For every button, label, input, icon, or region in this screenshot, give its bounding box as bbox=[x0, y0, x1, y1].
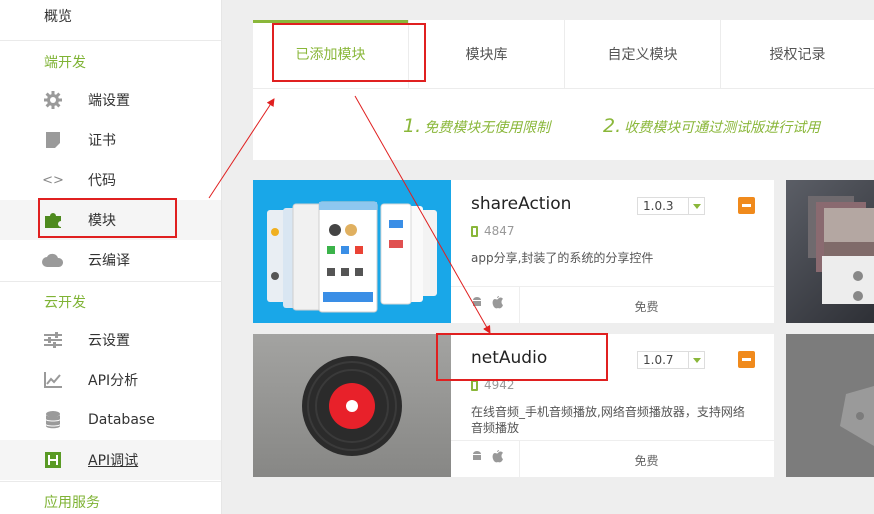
sidebar-item-device-settings[interactable]: 端设置 bbox=[0, 80, 221, 120]
section-device-dev: 端开发 bbox=[44, 55, 86, 71]
tip-paid-modules: 2. 收费模块可通过测试版进行试用 bbox=[603, 115, 821, 137]
sidebar-item-cloud-settings[interactable]: 云设置 bbox=[0, 320, 221, 360]
remove-module-button[interactable] bbox=[738, 351, 755, 368]
sidebar: 概览 端开发 端设置 证书 <> 代码 模块 云编译 云开发 云设置 API分析… bbox=[0, 0, 222, 514]
apple-icon bbox=[492, 450, 504, 467]
sidebar-item-certificate[interactable]: 证书 bbox=[0, 120, 221, 160]
annotation-box-added-tab bbox=[272, 23, 426, 82]
section-app-services: 应用服务 bbox=[44, 495, 100, 511]
tab-custom-modules[interactable]: 自定义模块 bbox=[565, 20, 721, 88]
version-value: 1.0.7 bbox=[643, 353, 674, 367]
annotation-box-netaudio bbox=[436, 333, 608, 381]
download-count: 4847 bbox=[471, 224, 515, 238]
divider bbox=[0, 281, 221, 282]
price-label: 免费 bbox=[634, 300, 659, 314]
price-label: 免费 bbox=[634, 454, 659, 468]
chevron-down-icon[interactable] bbox=[688, 198, 704, 214]
tip-free-modules: 1. 免费模块无使用限制 bbox=[403, 115, 551, 137]
annotation-box-modules bbox=[38, 198, 177, 238]
android-icon bbox=[471, 451, 483, 467]
tab-module-library[interactable]: 模块库 bbox=[409, 20, 565, 88]
sidebar-item-label: 云编译 bbox=[88, 253, 130, 269]
sidebar-item-database[interactable]: Database bbox=[0, 400, 221, 440]
module-card-partial[interactable] bbox=[786, 180, 874, 323]
database-icon bbox=[42, 409, 64, 431]
sidebar-item-label: Database bbox=[88, 412, 155, 428]
module-thumbnail bbox=[253, 180, 451, 323]
sidebar-item-label: 端设置 bbox=[88, 93, 130, 109]
sidebar-item-code[interactable]: <> 代码 bbox=[0, 160, 221, 200]
version-value: 1.0.3 bbox=[643, 199, 674, 213]
module-thumbnail bbox=[253, 334, 451, 477]
module-description: app分享,封装了的系统的分享控件 bbox=[471, 251, 654, 265]
certificate-icon bbox=[42, 129, 64, 151]
api-debug-icon bbox=[42, 449, 64, 471]
phone-icon bbox=[471, 225, 478, 237]
android-icon bbox=[471, 297, 483, 313]
module-footer: 免费 bbox=[451, 286, 774, 324]
chart-icon bbox=[42, 369, 64, 391]
divider bbox=[0, 481, 221, 482]
code-icon: <> bbox=[42, 172, 64, 188]
sliders-icon bbox=[42, 329, 64, 351]
module-card-partial[interactable] bbox=[786, 334, 874, 477]
tab-license-records[interactable]: 授权记录 bbox=[721, 20, 874, 88]
divider bbox=[0, 40, 221, 41]
sidebar-item-label: API调试 bbox=[88, 453, 139, 469]
sidebar-item-api-analytics[interactable]: API分析 bbox=[0, 360, 221, 400]
sidebar-item-cloud-compile[interactable]: 云编译 bbox=[0, 240, 221, 280]
version-select[interactable]: 1.0.3 bbox=[637, 197, 705, 215]
module-footer: 免费 bbox=[451, 440, 774, 478]
module-name[interactable]: shareAction bbox=[471, 194, 571, 214]
platform-icons bbox=[471, 450, 504, 467]
sidebar-item-label: 代码 bbox=[88, 173, 116, 189]
version-select[interactable]: 1.0.7 bbox=[637, 351, 705, 369]
sidebar-item-label: 证书 bbox=[88, 133, 116, 149]
sidebar-item-label: 云设置 bbox=[88, 333, 130, 349]
sidebar-item-label: API分析 bbox=[88, 373, 139, 389]
section-cloud-dev: 云开发 bbox=[44, 295, 86, 311]
module-description: 在线音频_手机音频播放,网络音频播放器，支持网络音频播放 bbox=[471, 405, 745, 435]
chevron-down-icon[interactable] bbox=[688, 352, 704, 368]
phone-icon bbox=[471, 379, 478, 391]
apple-icon bbox=[492, 296, 504, 313]
sidebar-item-api-debug[interactable]: API调试 bbox=[0, 440, 221, 480]
cloud-icon bbox=[42, 249, 64, 271]
tips-bar: 1. 免费模块无使用限制 2. 收费模块可通过测试版进行试用 bbox=[253, 88, 874, 160]
module-card-shareaction[interactable]: shareAction 1.0.3 4847 app分享,封装了的系统的分享控件… bbox=[253, 180, 774, 324]
sidebar-item-overview[interactable]: 概览 bbox=[44, 6, 72, 26]
platform-icons bbox=[471, 296, 504, 313]
gear-icon bbox=[42, 89, 64, 111]
remove-module-button[interactable] bbox=[738, 197, 755, 214]
